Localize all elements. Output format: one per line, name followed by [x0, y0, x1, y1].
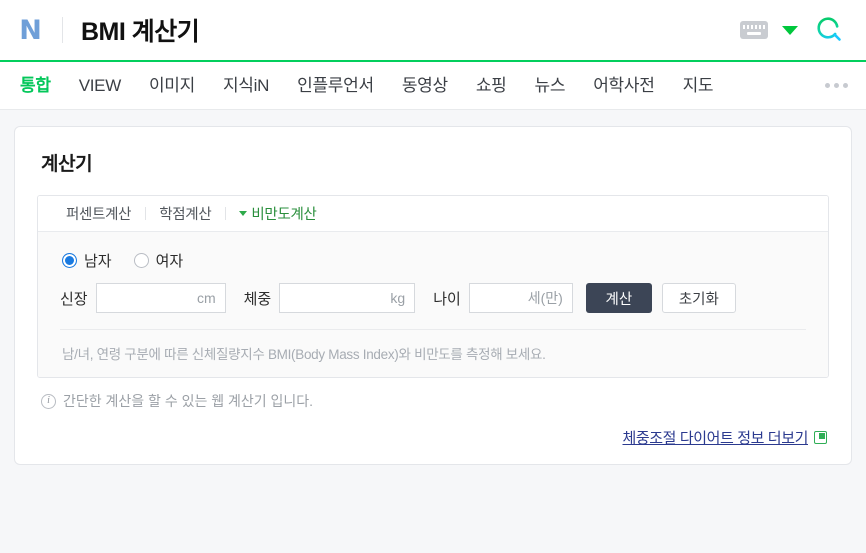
page-title: BMI 계산기	[81, 18, 200, 46]
nav-tab-2[interactable]: 이미지	[135, 62, 209, 110]
header-actions	[740, 12, 848, 48]
height-unit: cm	[196, 290, 216, 306]
active-tab-marker-icon	[239, 211, 248, 216]
nav-tab-7[interactable]: 뉴스	[521, 62, 580, 110]
nav-tab-8[interactable]: 어학사전	[579, 62, 668, 110]
footer-info-text: 간단한 계산을 할 수 있는 웹 계산기 입니다.	[63, 393, 314, 409]
search-icon[interactable]	[812, 12, 848, 48]
gender-radio-group: 남자 여자	[60, 248, 806, 283]
nav-tab-4[interactable]: 인플루언서	[283, 62, 388, 110]
calculator-footer-info: i 간단한 계산을 할 수 있는 웹 계산기 입니다.	[37, 378, 829, 411]
radio-male-dot[interactable]	[62, 253, 77, 268]
measurement-fields-row: 신장 cm 체중 kg 나이 세(만) 계산 초기화	[60, 283, 806, 329]
nav-tab-9[interactable]: 지도	[669, 62, 728, 110]
gender-female-label: 여자	[155, 253, 184, 270]
tab-percent-calc-label: 퍼센트계산	[66, 207, 132, 223]
more-options-icon[interactable]	[811, 83, 856, 88]
chevron-down-icon[interactable]	[782, 25, 798, 35]
gender-male-label: 남자	[84, 253, 112, 270]
calculator-note: 남/녀, 연령 구분에 따른 신체질량지수 BMI(Body Mass Inde…	[60, 329, 806, 377]
logo-area[interactable]: N	[14, 14, 81, 46]
nav-tab-6[interactable]: 쇼핑	[462, 62, 521, 110]
search-category-nav: 통합 VIEW 이미지 지식iN 인플루언서 동영상 쇼핑 뉴스 어학사전 지도	[0, 60, 866, 110]
nav-tab-5[interactable]: 동영상	[388, 62, 462, 110]
naver-logo-icon[interactable]: N	[14, 14, 46, 46]
calculator-panel: 퍼센트계산 학점계산 비만도계산 남자 여자 신장 cm 체중 kg 나이 세(…	[37, 195, 829, 378]
tab-bmi-calc[interactable]: 비만도계산	[225, 203, 330, 224]
tab-grade-calc[interactable]: 학점계산	[145, 203, 225, 224]
more-link-row: 체중조절 다이어트 정보 더보기	[37, 411, 829, 448]
calculate-button[interactable]: 계산	[585, 283, 652, 313]
calculator-tabs: 퍼센트계산 학점계산 비만도계산	[38, 196, 828, 232]
keyboard-icon[interactable]	[740, 21, 768, 39]
calculator-card: 계산기 퍼센트계산 학점계산 비만도계산 남자 여자 신장 cm 체중 kg 나…	[14, 126, 852, 465]
gender-option-female[interactable]: 여자	[133, 250, 184, 271]
calculator-card-title: 계산기	[41, 154, 93, 175]
tab-percent-calc[interactable]: 퍼센트계산	[52, 203, 145, 224]
page-header: N BMI 계산기	[0, 0, 866, 60]
weight-unit: kg	[390, 290, 406, 306]
gender-option-male[interactable]: 남자	[62, 250, 112, 271]
main-content: 계산기 퍼센트계산 학점계산 비만도계산 남자 여자 신장 cm 체중 kg 나…	[0, 110, 866, 465]
tab-bmi-calc-label: 비만도계산	[251, 207, 317, 223]
age-unit: 세(만)	[527, 290, 563, 306]
weight-label: 체중	[243, 290, 272, 308]
header-divider	[62, 17, 63, 43]
external-link-icon[interactable]	[814, 431, 827, 444]
radio-female-dot[interactable]	[133, 253, 149, 268]
age-input[interactable]: 세(만)	[468, 283, 573, 313]
nav-tab-0[interactable]: 통합	[6, 62, 65, 110]
nav-tab-3[interactable]: 지식iN	[209, 62, 283, 110]
age-label: 나이	[433, 290, 461, 308]
height-label: 신장	[60, 290, 88, 308]
info-icon: i	[41, 393, 56, 409]
weight-input[interactable]: kg	[279, 283, 416, 313]
nav-tab-1[interactable]: VIEW	[65, 62, 135, 110]
diet-info-link[interactable]: 체중조절 다이어트 정보 더보기	[622, 427, 808, 448]
tab-grade-calc-label: 학점계산	[159, 207, 212, 223]
height-input[interactable]: cm	[95, 283, 226, 313]
reset-button[interactable]: 초기화	[661, 283, 736, 313]
calculator-form: 남자 여자 신장 cm 체중 kg 나이 세(만) 계산 초기화 남/녀, 연령…	[38, 232, 828, 377]
